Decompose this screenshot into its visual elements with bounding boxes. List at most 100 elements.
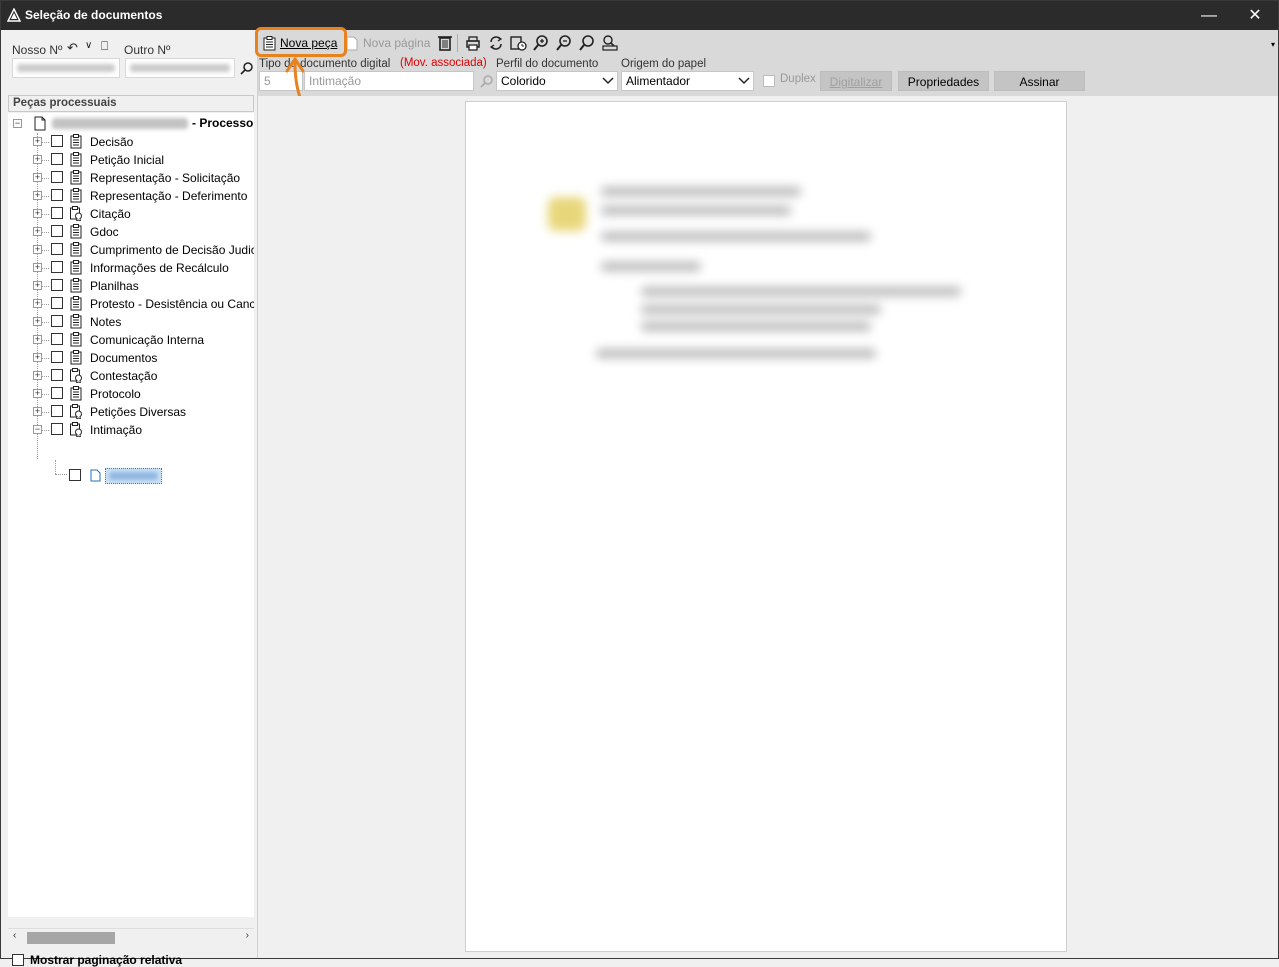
tree-horizontal-scrollbar[interactable]: ‹ ›: [8, 928, 254, 945]
duplex-checkbox[interactable]: [763, 75, 775, 87]
mov-associada-label: (Mov. associada): [400, 57, 487, 69]
digitalizar-button[interactable]: Digitalizar: [820, 71, 892, 91]
origem-papel-label: Origem do papel: [621, 58, 707, 70]
tree-item-checkbox[interactable]: [51, 153, 63, 165]
expand-icon[interactable]: +: [33, 173, 42, 182]
expand-icon[interactable]: +: [33, 137, 42, 146]
expand-icon[interactable]: +: [33, 263, 42, 272]
trash-icon[interactable]: [435, 33, 455, 53]
zoom-fit-icon[interactable]: [577, 33, 597, 53]
document-viewer[interactable]: [258, 96, 1278, 958]
expand-icon[interactable]: +: [33, 299, 42, 308]
tree-item[interactable]: + Protesto - Desistência ou Cancelamento: [8, 295, 254, 313]
tree-item[interactable]: + Notes: [8, 313, 254, 331]
undo-icon[interactable]: ↶: [67, 40, 78, 56]
document-tree[interactable]: − - Processo C +Decisão+Petição Inicial+…: [8, 113, 254, 917]
tree-item-checkbox[interactable]: [51, 189, 63, 201]
tree-item-checkbox[interactable]: [51, 207, 63, 219]
relative-pagination-checkbox[interactable]: [12, 954, 24, 966]
expand-icon[interactable]: +: [33, 407, 42, 416]
tree-item-checkbox[interactable]: [51, 315, 63, 327]
expand-icon[interactable]: +: [33, 245, 42, 254]
tree-item[interactable]: + Representação - Deferimento: [8, 187, 254, 205]
tree-item[interactable]: + Petições Diversas: [8, 403, 254, 421]
tree-item[interactable]: + Decisão: [8, 133, 254, 151]
scroll-right-icon[interactable]: ›: [246, 930, 249, 941]
tree-item-checkbox[interactable]: [51, 225, 63, 237]
scroll-left-icon[interactable]: ‹: [13, 930, 16, 941]
nosso-numero-field[interactable]: [12, 58, 120, 78]
toolbar: Nova peça Nova página ▾ Tipo de document…: [258, 30, 1278, 96]
search-tipo-icon[interactable]: [480, 74, 494, 88]
tree-item-label: Informações de Recálculo: [90, 261, 229, 275]
expand-icon[interactable]: +: [33, 155, 42, 164]
expand-icon[interactable]: +: [33, 227, 42, 236]
tree-item-checkbox[interactable]: [51, 351, 63, 363]
tree-item-label: Representação - Solicitação: [90, 171, 241, 185]
origem-papel-value: Alimentador: [626, 74, 691, 88]
close-button[interactable]: ✕: [1232, 1, 1278, 30]
perfil-documento-select[interactable]: Colorido: [496, 71, 618, 91]
page-item-selected[interactable]: [105, 468, 162, 484]
tree-header[interactable]: Peças processuais: [8, 95, 254, 112]
collapse-icon[interactable]: −: [13, 119, 22, 128]
expand-icon[interactable]: +: [33, 191, 42, 200]
title-bar: Seleção de documentos — ✕: [1, 1, 1278, 30]
tree-item-checkbox[interactable]: [51, 135, 63, 147]
tree-item-checkbox[interactable]: [51, 405, 63, 417]
tree-item-checkbox[interactable]: [51, 387, 63, 399]
zoom-in-icon[interactable]: [531, 33, 551, 53]
tree-item-checkbox[interactable]: [51, 261, 63, 273]
propriedades-button[interactable]: Propriedades: [898, 71, 989, 91]
tree-item-checkbox[interactable]: [51, 423, 63, 435]
toolbar-overflow-icon[interactable]: ▾: [1271, 40, 1275, 49]
scroll-thumb[interactable]: [27, 932, 115, 944]
scan-history-icon[interactable]: [508, 33, 528, 53]
left-panel: Nosso Nº ↶ ∨ ⎕ Outro Nº Peças processuai…: [2, 30, 257, 967]
chevron-down-icon: [602, 77, 614, 85]
expand-icon[interactable]: +: [33, 281, 42, 290]
expand-icon[interactable]: +: [33, 335, 42, 344]
zoom-width-icon[interactable]: [600, 33, 620, 53]
origem-papel-select[interactable]: Alimentador: [621, 71, 754, 91]
expand-icon[interactable]: +: [33, 353, 42, 362]
minimize-button[interactable]: —: [1186, 1, 1232, 30]
search-icon[interactable]: [240, 61, 254, 75]
tree-root[interactable]: − - Processo C: [8, 115, 254, 133]
expand-icon[interactable]: +: [33, 389, 42, 398]
print-icon[interactable]: [463, 33, 483, 53]
tree-item-label: Decisão: [90, 135, 134, 149]
outro-numero-field[interactable]: [125, 58, 235, 78]
expand-icon[interactable]: +: [33, 209, 42, 218]
tree-item[interactable]: + Documentos: [8, 349, 254, 367]
blank-page-icon: [346, 36, 358, 50]
bookmark-icon[interactable]: ⎕: [101, 39, 108, 54]
tree-item[interactable]: + Protocolo: [8, 385, 254, 403]
collapse-icon[interactable]: −: [33, 425, 42, 434]
tree-item[interactable]: + Representação - Solicitação: [8, 169, 254, 187]
tree-item[interactable]: + Informações de Recálculo: [8, 259, 254, 277]
tree-item-checkbox[interactable]: [51, 243, 63, 255]
tree-item[interactable]: + Contestação: [8, 367, 254, 385]
tree-item[interactable]: + Petição Inicial: [8, 151, 254, 169]
process-number-blurred: [52, 118, 188, 129]
tree-item-checkbox[interactable]: [51, 369, 63, 381]
tree-item[interactable]: + Cumprimento de Decisão Judicial: [8, 241, 254, 259]
tree-item[interactable]: + Comunicação Interna: [8, 331, 254, 349]
refresh-icon[interactable]: [486, 33, 506, 53]
tree-item-checkbox[interactable]: [51, 171, 63, 183]
page-checkbox[interactable]: [69, 469, 81, 481]
tree-item-checkbox[interactable]: [51, 297, 63, 309]
tree-item-checkbox[interactable]: [51, 279, 63, 291]
expand-icon[interactable]: +: [33, 317, 42, 326]
expand-icon[interactable]: +: [33, 371, 42, 380]
tree-item[interactable]: + Gdoc: [8, 223, 254, 241]
tree-item[interactable]: + Citação: [8, 205, 254, 223]
assinar-button[interactable]: Assinar: [994, 71, 1085, 91]
zoom-out-icon[interactable]: [554, 33, 574, 53]
nova-pagina-button[interactable]: Nova página: [346, 33, 430, 53]
chevron-down-icon[interactable]: ∨: [85, 40, 92, 51]
tree-item[interactable]: + Planilhas: [8, 277, 254, 295]
tree-item-checkbox[interactable]: [51, 333, 63, 345]
tree-item[interactable]: − Intimação: [8, 421, 254, 439]
